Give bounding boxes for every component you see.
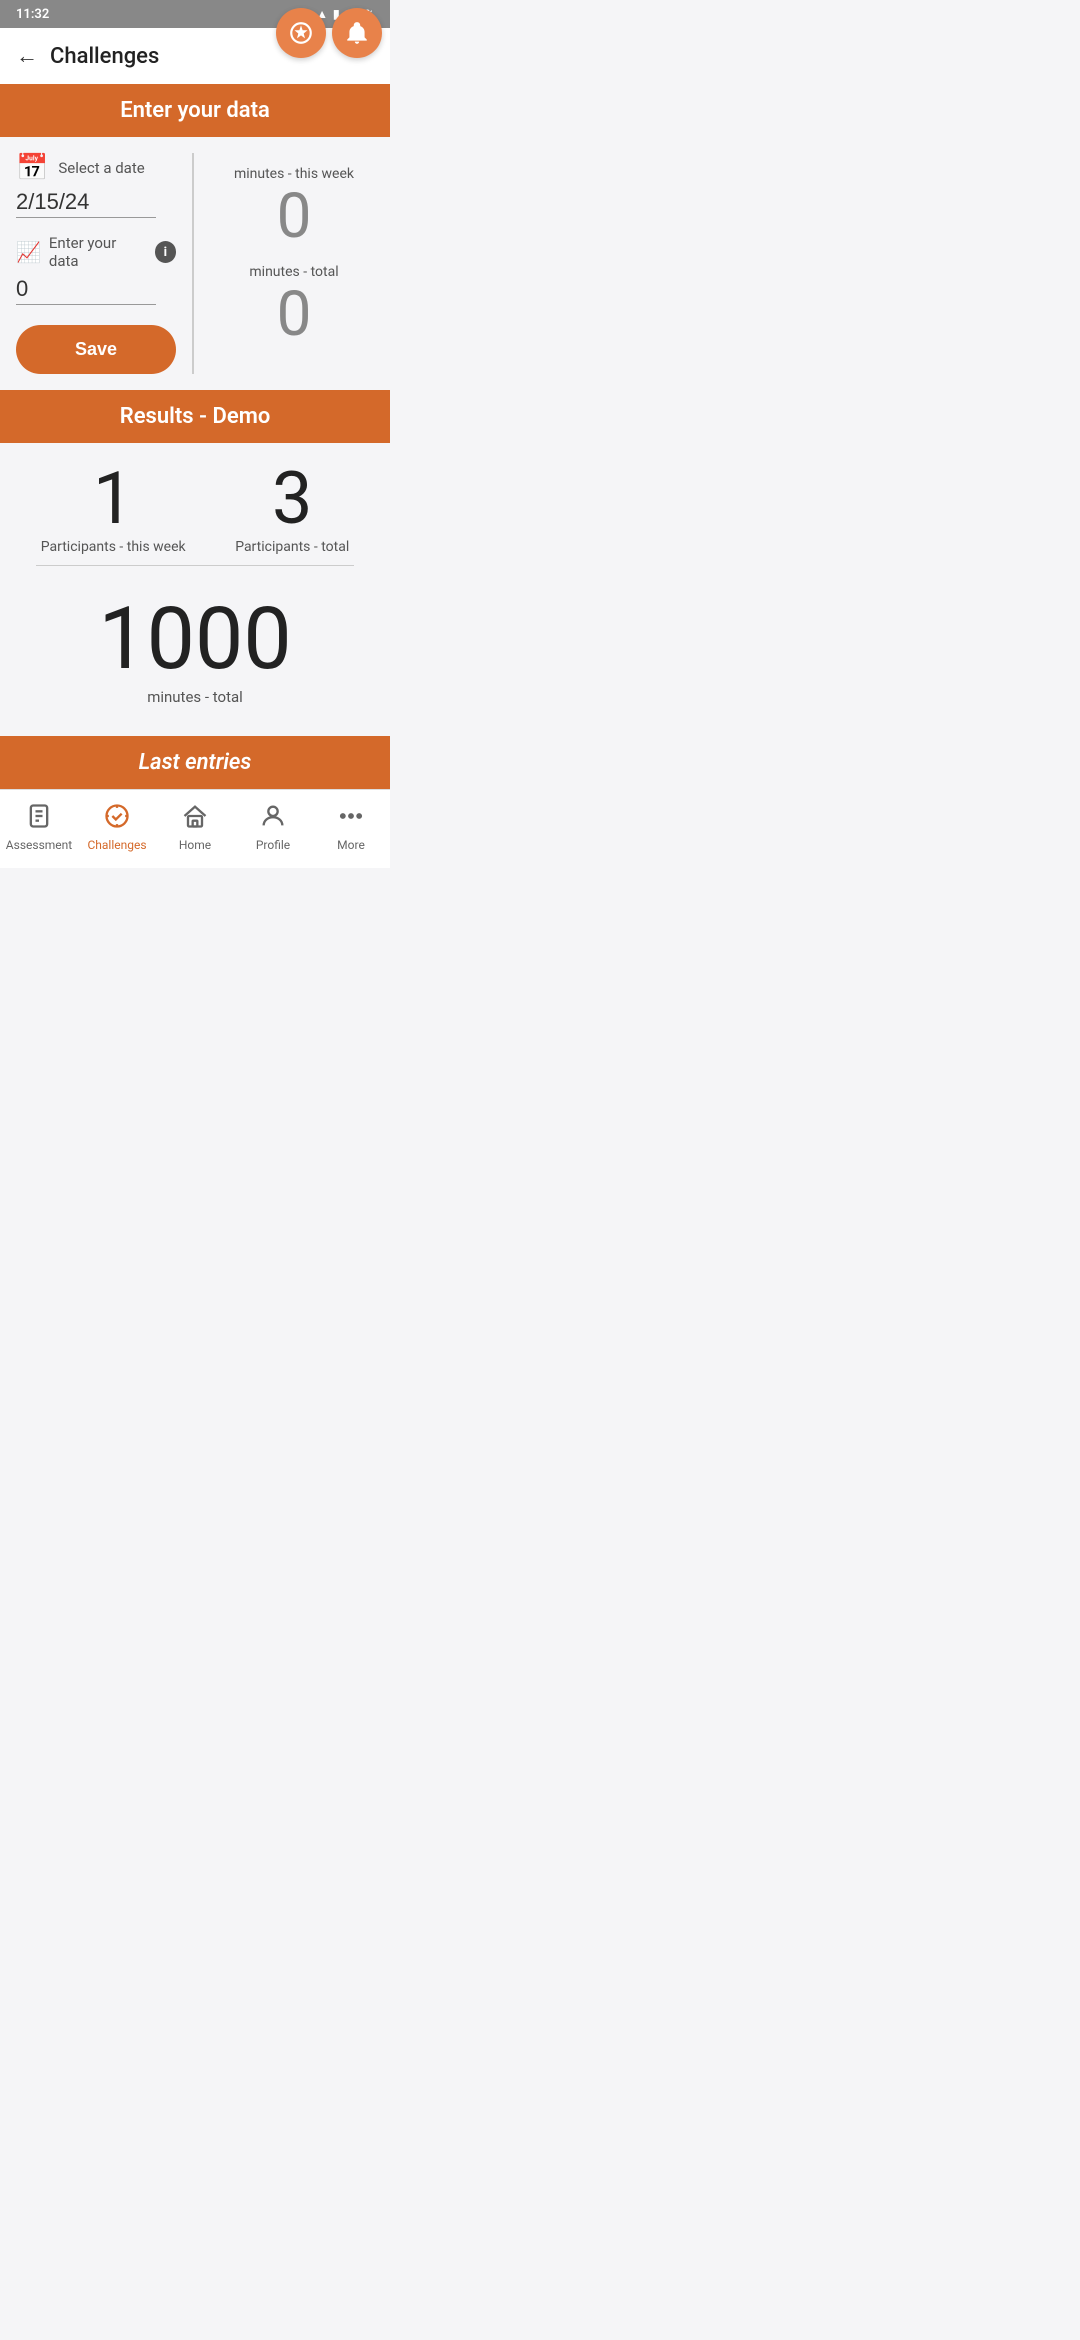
date-label: Select a date	[58, 159, 144, 177]
results-section: 1 Participants - this week 3 Participant…	[0, 443, 390, 736]
profile-label: Profile	[256, 838, 290, 852]
assessment-icon	[25, 802, 53, 834]
minutes-week-group: minutes - this week 0	[234, 166, 354, 248]
page-title: Challenges	[50, 44, 159, 69]
chart-icon: 📈	[16, 240, 41, 264]
enter-data-title: Enter your data	[120, 98, 270, 123]
save-button[interactable]: Save	[16, 325, 176, 374]
results-divider	[36, 565, 354, 566]
enter-data-banner: Enter your data	[0, 84, 390, 137]
more-icon	[337, 802, 365, 834]
nav-item-challenges[interactable]: Challenges	[78, 798, 156, 856]
data-entry-label: Enter your data	[49, 234, 147, 270]
enter-data-left: 📅 Select a date 📈 Enter your data i Save	[16, 153, 194, 374]
results-total-label: minutes - total	[16, 688, 374, 706]
minutes-week-value: 0	[234, 186, 354, 248]
participants-total-value: 3	[235, 463, 349, 535]
challenges-icon	[103, 802, 131, 834]
minutes-total-group: minutes - total 0	[249, 264, 338, 346]
bottom-nav: Assessment Challenges Home	[0, 789, 390, 868]
profile-icon	[259, 802, 287, 834]
info-icon[interactable]: i	[155, 241, 176, 263]
results-banner: Results - Demo	[0, 390, 390, 443]
data-row: 📈 Enter your data i	[16, 234, 176, 270]
results-total-value: 1000	[16, 596, 374, 682]
badge-button[interactable]	[276, 8, 326, 58]
back-button[interactable]: ←	[16, 43, 38, 69]
date-input[interactable]	[16, 189, 156, 218]
nav-item-more[interactable]: More	[312, 798, 390, 856]
last-entries-title: Last entries	[139, 750, 252, 775]
participants-week-value: 1	[41, 463, 186, 535]
date-row: 📅 Select a date	[16, 153, 176, 183]
more-label: More	[337, 838, 365, 852]
nav-item-assessment[interactable]: Assessment	[0, 798, 78, 856]
participants-total-col: 3 Participants - total	[235, 463, 349, 555]
enter-data-right: minutes - this week 0 minutes - total 0	[194, 153, 374, 374]
header-icons	[276, 8, 382, 58]
participants-week-label: Participants - this week	[41, 539, 186, 555]
enter-data-section: 📅 Select a date 📈 Enter your data i Save…	[0, 137, 390, 390]
bell-button[interactable]	[332, 8, 382, 58]
challenges-label: Challenges	[87, 838, 146, 852]
nav-item-profile[interactable]: Profile	[234, 798, 312, 856]
minutes-total-value: 0	[249, 284, 338, 346]
home-label: Home	[179, 838, 211, 852]
status-time: 11:32	[16, 7, 49, 22]
results-title: Results - Demo	[120, 404, 271, 429]
home-icon	[181, 802, 209, 834]
assessment-label: Assessment	[6, 838, 72, 852]
participants-week-col: 1 Participants - this week	[41, 463, 186, 555]
calendar-icon: 📅	[16, 153, 48, 183]
nav-item-home[interactable]: Home	[156, 798, 234, 856]
participants-row: 1 Participants - this week 3 Participant…	[16, 463, 374, 555]
participants-total-label: Participants - total	[235, 539, 349, 555]
last-entries-banner: Last entries	[0, 736, 390, 789]
header: ← Challenges	[0, 28, 390, 84]
data-input[interactable]	[16, 276, 156, 305]
results-total-section: 1000 minutes - total	[16, 586, 374, 716]
